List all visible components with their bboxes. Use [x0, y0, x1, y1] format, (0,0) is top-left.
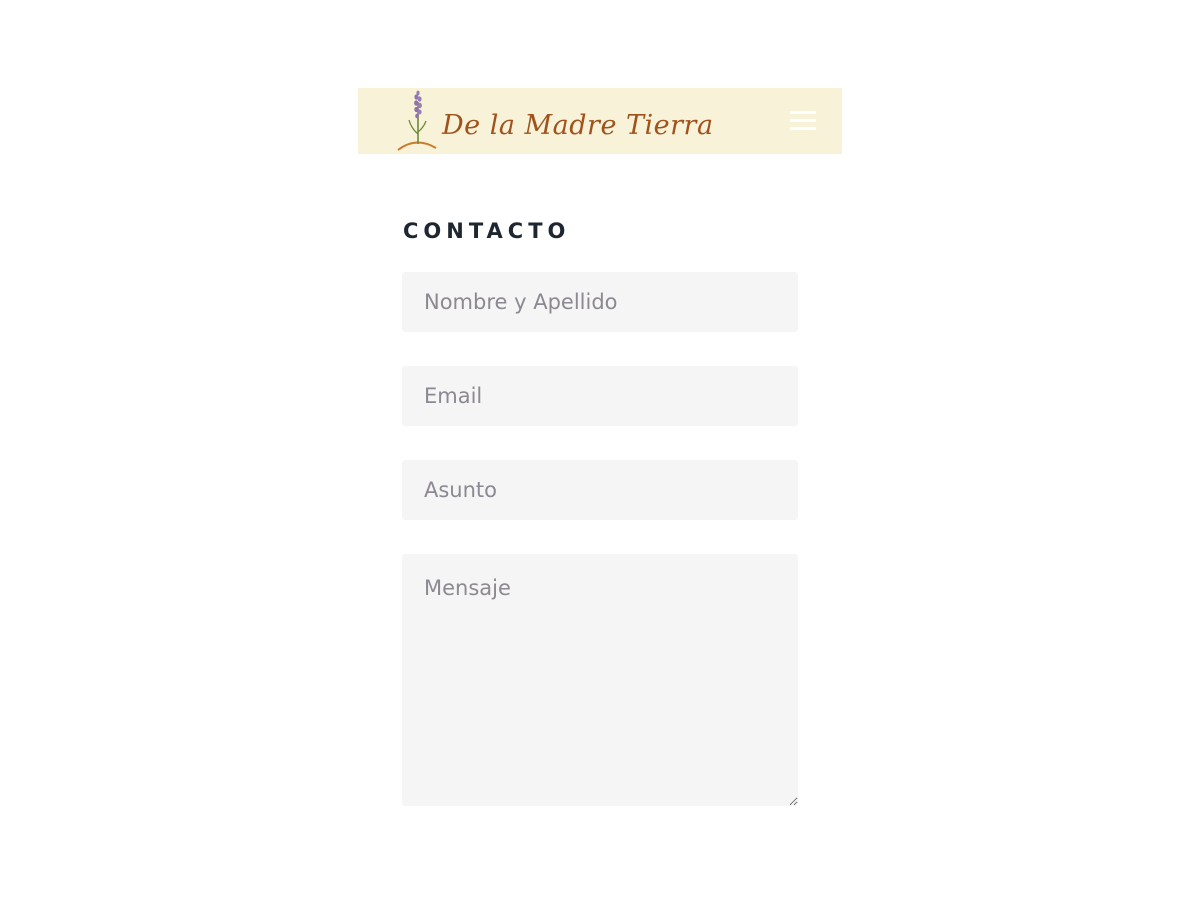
- name-input[interactable]: [402, 272, 798, 332]
- hamburger-menu-icon[interactable]: [790, 109, 816, 133]
- page: De la Madre Tierra CONTACTO: [0, 0, 1200, 900]
- message-textarea[interactable]: [402, 554, 798, 806]
- lavender-icon: [397, 90, 437, 151]
- contact-title: CONTACTO: [403, 219, 571, 243]
- site-header: De la Madre Tierra: [358, 88, 842, 154]
- logo-text: De la Madre Tierra: [442, 109, 714, 141]
- menu-bar: [790, 127, 816, 130]
- site-logo[interactable]: De la Madre Tierra: [394, 88, 714, 154]
- menu-bar: [790, 119, 816, 122]
- email-input[interactable]: [402, 366, 798, 426]
- menu-bar: [790, 111, 816, 114]
- subject-input[interactable]: [402, 460, 798, 520]
